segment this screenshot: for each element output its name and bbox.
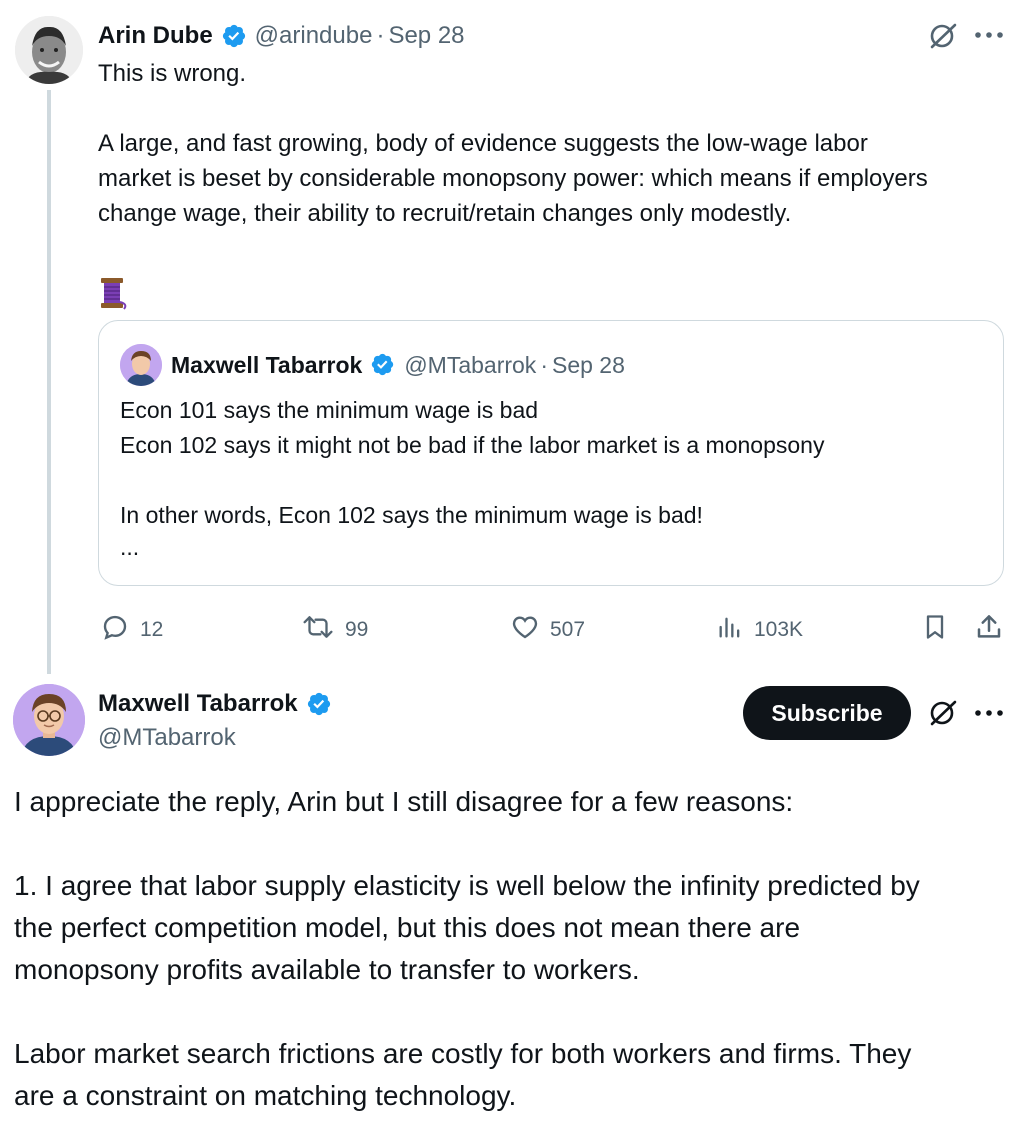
like-count: 507 [550,618,586,641]
quoted-header: Maxwell Tabarrok @MTabarrok · Sep 28 [171,349,625,381]
avatar-arin-dube[interactable] [15,16,83,84]
like-icon [510,612,540,648]
more-icon[interactable] [974,708,1004,718]
reply-icon [100,612,130,648]
quoted-ellipsis: ... [120,534,140,560]
reply-line-5: Labor market search frictions are costly… [14,1038,912,1069]
quoted-body: Econ 101 says the minimum wage is bad Ec… [120,393,990,561]
quoted-date: Sep 28 [551,351,625,378]
parent-line-4: change wage, their ability to recruit/re… [98,200,792,227]
reply-line-3: the perfect competition model, but this … [14,912,801,943]
parent-header: Arin Dube @arindube · Sep 28 [98,20,465,52]
quoted-author-handle: @MTabarrok [404,351,537,378]
parent-line-2: A large, and fast growing, body of evide… [98,130,868,157]
quoted-line-2: Econ 102 says it might not be bad if the… [120,432,825,458]
verified-icon [221,23,247,49]
share-icon[interactable] [974,612,1004,642]
reply-line-4: monopsony profits available to transfer … [14,954,640,985]
more-icon[interactable] [974,30,1004,40]
grok-icon[interactable] [927,697,959,729]
quoted-author-name: Maxwell Tabarrok [171,351,363,378]
verified-icon [306,691,332,717]
verified-icon [370,352,396,378]
post-date[interactable]: Sep 28 [388,22,464,50]
author-name[interactable]: Arin Dube [98,22,213,50]
dot-separator: · [376,22,385,49]
quoted-avatar [120,344,162,386]
parent-body: This is wrong. A large, and fast growing… [98,56,998,316]
reply-line-6: are a constraint on matching technology. [14,1080,517,1111]
repost-icon [301,612,335,648]
avatar-maxwell-tabarrok[interactable] [13,684,85,756]
views-count: 103K [754,618,804,641]
reply-button[interactable]: 12 [100,612,163,648]
reply-header: Maxwell Tabarrok [98,688,332,720]
grok-icon[interactable] [927,20,959,52]
like-button[interactable]: 507 [510,612,585,648]
bookmark-icon[interactable] [921,612,949,642]
thread-emoji [98,276,998,316]
parent-line-1: This is wrong. [98,60,247,87]
reply-line-1: I appreciate the reply, Arin but I still… [14,786,794,817]
reply-author-handle[interactable]: @MTabarrok [98,724,236,752]
reply-count: 12 [140,618,164,641]
dot-separator: · [540,351,548,378]
subscribe-button[interactable]: Subscribe [743,686,911,740]
quoted-line-3: In other words, Econ 102 says the minimu… [120,502,703,528]
repost-count: 99 [345,618,369,641]
views-icon [716,612,744,648]
thread-connector-line [47,90,51,674]
author-handle[interactable]: @arindube [255,22,373,50]
parent-line-3: market is beset by considerable monopson… [98,165,928,192]
views-button[interactable]: 103K [716,612,803,648]
reply-line-2: 1. I agree that labor supply elasticity … [14,870,920,901]
reply-body: I appreciate the reply, Arin but I still… [14,781,1004,1117]
repost-button[interactable]: 99 [301,612,368,648]
quoted-line-1: Econ 101 says the minimum wage is bad [120,397,539,423]
reply-author-name[interactable]: Maxwell Tabarrok [98,690,298,718]
